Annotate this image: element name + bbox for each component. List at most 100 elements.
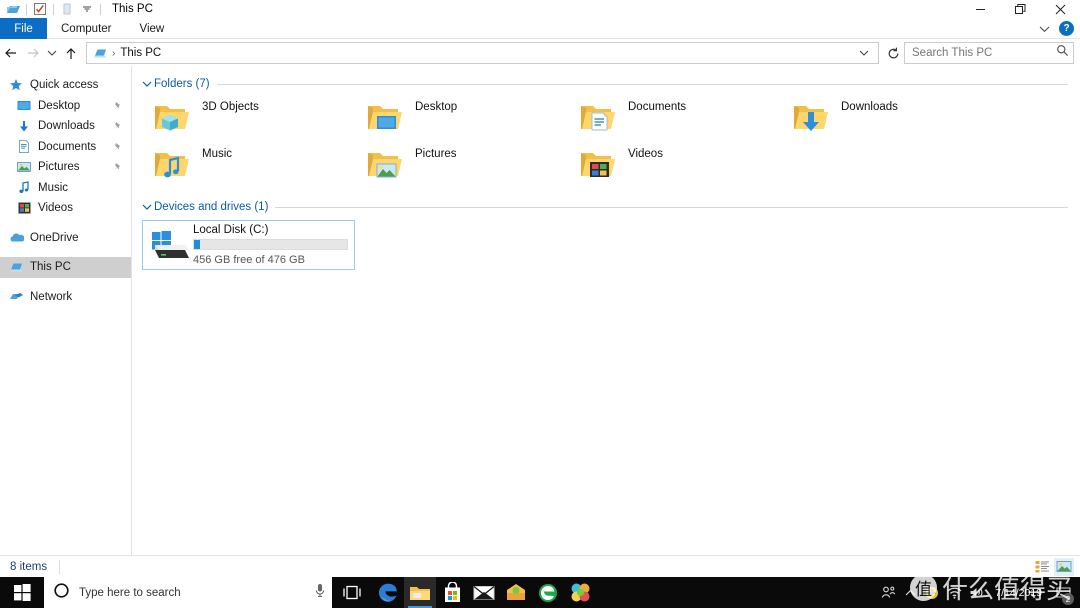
toolbar-divider: [26, 3, 27, 15]
cortana-circle-icon[interactable]: [54, 582, 69, 603]
taskbar-app-edge-browser[interactable]: [372, 577, 404, 608]
customize-chevron-icon[interactable]: [77, 1, 97, 17]
sidebar-label: Downloads: [38, 120, 95, 133]
show-hidden-icons-chevron[interactable]: [899, 577, 921, 608]
folder-downloads-icon: [789, 96, 833, 138]
quick-access-toolbar[interactable]: [0, 1, 97, 17]
search-icon[interactable]: [1056, 44, 1069, 62]
sidebar-item-network[interactable]: Network: [0, 287, 131, 308]
sidebar-item-videos[interactable]: Videos: [0, 198, 131, 219]
address-dropdown-chevron-icon[interactable]: [856, 41, 872, 65]
sidebar-label: Music: [38, 181, 69, 194]
search-placeholder: Search This PC: [912, 47, 993, 59]
folder-item-documents[interactable]: Documents: [568, 93, 781, 140]
details-view-button[interactable]: [1032, 558, 1052, 576]
drive-capacity-bar: [193, 239, 348, 250]
drive-item-local-disk-c[interactable]: Local Disk (C:) 456 GB free of 476 GB: [142, 220, 355, 270]
group-divider: [216, 83, 1068, 85]
restore-button[interactable]: [1000, 0, 1040, 18]
minimize-button[interactable]: [960, 0, 1000, 18]
people-icon[interactable]: [877, 577, 899, 608]
pin-icon[interactable]: [113, 121, 123, 131]
folder-item-music[interactable]: Music: [142, 140, 355, 187]
close-button[interactable]: [1040, 0, 1080, 18]
desktop-icon: [16, 98, 32, 114]
sidebar-item-desktop[interactable]: Desktop: [0, 96, 131, 117]
taskbar-app-mail[interactable]: [468, 577, 500, 608]
start-button[interactable]: [0, 577, 44, 608]
sidebar-item-documents[interactable]: Documents: [0, 137, 131, 158]
recent-locations-button[interactable]: [44, 41, 60, 65]
folders-group-header[interactable]: Folders (7): [132, 75, 1080, 93]
tab-computer[interactable]: Computer: [47, 18, 126, 39]
collapse-chevron-icon[interactable]: [140, 80, 154, 88]
this-pc-icon: [8, 259, 24, 275]
toolbar-divider-2: [53, 3, 54, 15]
folder-label: Music: [202, 148, 233, 160]
sidebar-label: This PC: [30, 261, 71, 274]
taskbar-app-microsoft-store[interactable]: [436, 577, 468, 608]
folder-desktop-icon: [363, 96, 407, 138]
refresh-button[interactable]: [882, 41, 904, 65]
microphone-icon[interactable]: [314, 583, 326, 603]
folder-label: 3D Objects: [202, 101, 259, 113]
new-folder-icon[interactable]: [57, 1, 77, 17]
address-input[interactable]: › This PC: [86, 42, 879, 64]
sidebar-label: Network: [30, 290, 73, 303]
window-controls[interactable]: [960, 0, 1080, 18]
folder-item-downloads[interactable]: Downloads: [781, 93, 994, 140]
search-input[interactable]: Search This PC: [904, 42, 1074, 64]
properties-icon[interactable]: [30, 1, 50, 17]
sidebar-item-this-pc[interactable]: This PC: [0, 257, 131, 278]
drives-group-header[interactable]: Devices and drives (1): [132, 198, 1080, 216]
downloads-icon: [16, 118, 32, 134]
taskbar-app-file-explorer[interactable]: [404, 577, 436, 608]
taskbar-app-green-browser[interactable]: [532, 577, 564, 608]
task-view-button[interactable]: [332, 577, 372, 608]
sidebar-label: Documents: [38, 140, 97, 153]
folder-item-pictures[interactable]: Pictures: [355, 140, 568, 187]
explorer-icon[interactable]: [3, 1, 23, 17]
folder-item-desktop[interactable]: Desktop: [355, 93, 568, 140]
folder-item-videos[interactable]: Videos: [568, 140, 781, 187]
sidebar-item-music[interactable]: Music: [0, 178, 131, 199]
sidebar-item-onedrive[interactable]: OneDrive: [0, 228, 131, 249]
folder-item-3d-objects[interactable]: 3D Objects: [142, 93, 355, 140]
network-wifi-icon[interactable]: [943, 577, 965, 608]
pin-icon[interactable]: [113, 101, 123, 111]
ribbon-tab-bar: File Computer View ?: [0, 18, 1080, 39]
collapse-chevron-icon[interactable]: [140, 203, 154, 211]
back-button[interactable]: [0, 41, 22, 65]
speaker-icon[interactable]: [965, 577, 987, 608]
sidebar-item-downloads[interactable]: Downloads: [0, 116, 131, 137]
this-pc-icon: [91, 45, 109, 61]
view-mode-buttons: [1032, 557, 1080, 576]
documents-icon: [16, 139, 32, 155]
videos-icon: [16, 200, 32, 216]
help-button[interactable]: ?: [1059, 21, 1074, 36]
taskbar-app-colorful-app[interactable]: [564, 577, 596, 608]
notification-center-button[interactable]: 2: [1050, 577, 1076, 608]
pin-icon[interactable]: [113, 162, 123, 172]
drive-info: Local Disk (C:) 456 GB free of 476 GB: [193, 224, 352, 266]
pin-icon[interactable]: [113, 142, 123, 152]
taskbar-clock[interactable]: 7/14/2019: [987, 577, 1050, 608]
notification-badge: 2: [1062, 593, 1074, 605]
expand-ribbon-chevron-icon[interactable]: [1033, 19, 1055, 39]
taskbar: Type here to search 7/14/2019 2: [0, 577, 1080, 608]
sidebar-item-quick-access[interactable]: Quick access: [0, 75, 131, 96]
taskbar-app-yellow-app[interactable]: [500, 577, 532, 608]
breadcrumb[interactable]: This PC: [120, 47, 161, 59]
forward-button[interactable]: [22, 41, 44, 65]
taskbar-search-box[interactable]: Type here to search: [44, 577, 332, 608]
large-icons-view-button[interactable]: [1054, 557, 1074, 576]
breadcrumb-separator: ›: [112, 47, 116, 59]
up-button[interactable]: [60, 41, 82, 65]
file-list-pane[interactable]: Folders (7) 3D Objects Desktop Documents…: [132, 66, 1080, 555]
onedrive-icon: [8, 230, 24, 246]
tab-view[interactable]: View: [126, 18, 179, 39]
tab-file[interactable]: File: [0, 18, 47, 39]
sidebar-item-pictures[interactable]: Pictures: [0, 157, 131, 178]
security-shield-icon[interactable]: [921, 577, 943, 608]
